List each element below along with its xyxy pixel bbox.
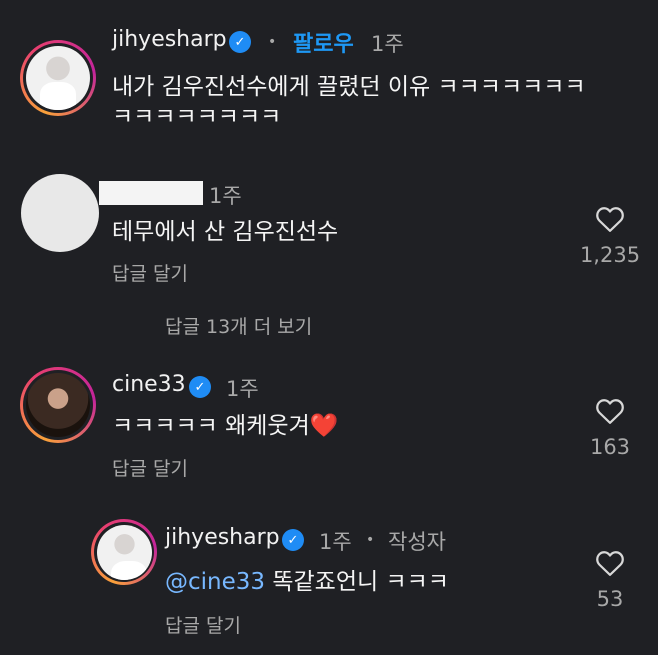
like-heart-icon[interactable] [595, 205, 625, 233]
reply-text-body: 똑같죠언니 ㅋㅋㅋ [265, 569, 449, 595]
reply-text: @cine33 똑같죠언니 ㅋㅋㅋ [165, 565, 449, 599]
redacted-username [99, 181, 203, 205]
reply-button[interactable]: 답글 달기 [112, 454, 188, 481]
verified-badge-icon: ✓ [282, 529, 304, 551]
comment-text-line2: ㅋㅋㅋㅋㅋㅋㅋㅋ [112, 104, 282, 130]
follow-button[interactable]: 팔로우 [293, 26, 354, 58]
like-count: 163 [589, 435, 631, 459]
reply-button[interactable]: 답글 달기 [112, 259, 188, 286]
separator-dot: • [366, 532, 375, 548]
like-heart-icon[interactable] [595, 549, 625, 577]
comment-text-body: ㅋㅋㅋㅋㅋ 왜케웃겨 [112, 413, 310, 439]
avatar-jihyesharp[interactable] [91, 519, 157, 585]
mention-link[interactable]: @cine33 [165, 569, 265, 595]
avatar-photo [26, 46, 90, 110]
comment-time: 1주 [371, 32, 404, 56]
avatar-jihyesharp[interactable] [20, 40, 96, 116]
comment-text: ㅋㅋㅋㅋㅋ 왜케웃겨❤️ [112, 409, 338, 443]
view-more-replies-button[interactable]: 답글 13개 더 보기 [165, 312, 312, 339]
like-heart-icon[interactable] [595, 397, 625, 425]
username-cine33[interactable]: cine33 [112, 372, 186, 397]
comments-panel: jihyesharp ✓ • 팔로우 1주 내가 김우진선수에게 끌렸던 이유 … [0, 0, 658, 655]
verified-badge-icon: ✓ [189, 376, 211, 398]
avatar-redacted[interactable] [21, 174, 99, 252]
heart-emoji-icon: ❤️ [309, 413, 339, 439]
username-jihyesharp[interactable]: jihyesharp [112, 27, 227, 52]
comment-time: 1주 [209, 184, 242, 208]
comment-time: 1주 [226, 377, 259, 401]
comment-time: 1주 [319, 530, 352, 554]
author-badge: 작성자 [388, 530, 446, 554]
avatar-cine33[interactable] [20, 367, 96, 443]
avatar-photo [26, 373, 90, 437]
like-count: 1,235 [579, 243, 641, 267]
reply-button[interactable]: 답글 달기 [165, 611, 241, 638]
separator-dot: • [268, 34, 277, 50]
username-jihyesharp[interactable]: jihyesharp [165, 525, 280, 550]
comment-text-line1: 내가 김우진선수에게 끌렸던 이유 ㅋㅋㅋㅋㅋㅋㅋ [112, 74, 586, 100]
comment-text: 테무에서 산 김우진선수 [112, 219, 339, 245]
verified-badge-icon: ✓ [229, 31, 251, 53]
avatar-photo [96, 524, 152, 580]
like-count: 53 [596, 587, 624, 611]
